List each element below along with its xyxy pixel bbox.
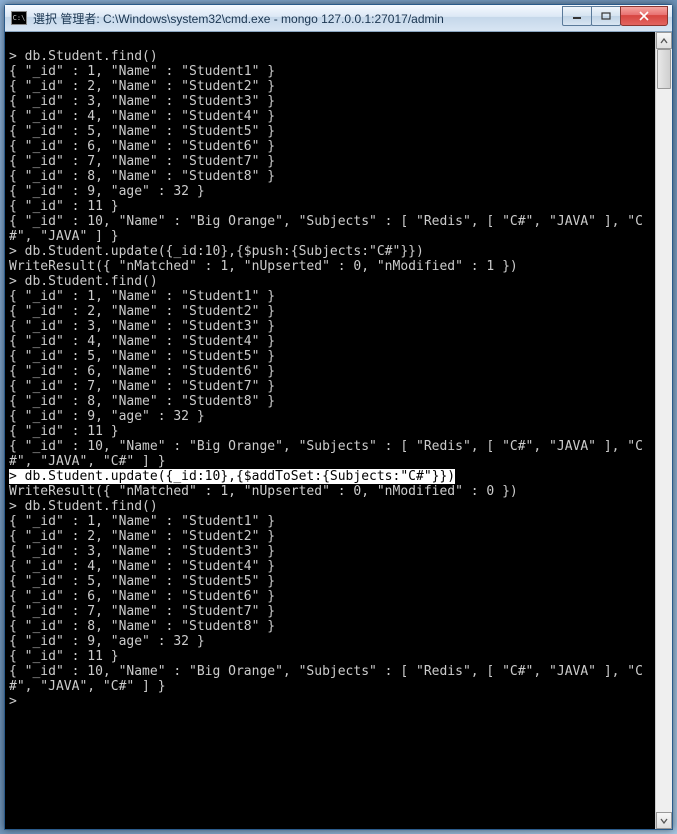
terminal-line: { "_id" : 3, "Name" : "Student3" } [9, 94, 275, 109]
terminal-line: { "_id" : 9, "age" : 32 } [9, 184, 205, 199]
terminal-line: { "_id" : 5, "Name" : "Student5" } [9, 349, 275, 364]
terminal-line: { "_id" : 4, "Name" : "Student4" } [9, 334, 275, 349]
close-button[interactable] [620, 6, 668, 26]
terminal-line: { "_id" : 8, "Name" : "Student8" } [9, 394, 275, 409]
terminal-line: { "_id" : 9, "age" : 32 } [9, 634, 205, 649]
terminal-line: { "_id" : 11 } [9, 424, 119, 439]
terminal-line: { "_id" : 5, "Name" : "Student5" } [9, 124, 275, 139]
terminal-line: { "_id" : 10, "Name" : "Big Orange", "Su… [9, 439, 643, 469]
terminal-line: { "_id" : 1, "Name" : "Student1" } [9, 514, 275, 529]
terminal-line: WriteResult({ "nMatched" : 1, "nUpserted… [9, 259, 518, 274]
terminal-area: > db.Student.find() { "_id" : 1, "Name" … [5, 32, 672, 829]
titlebar[interactable]: C:\ 選択 管理者: C:\Windows\system32\cmd.exe … [5, 5, 672, 32]
terminal-line: { "_id" : 11 } [9, 649, 119, 664]
terminal-line: { "_id" : 8, "Name" : "Student8" } [9, 169, 275, 184]
terminal-line: > db.Student.update({_id:10},{$addToSet:… [9, 469, 455, 484]
scroll-track[interactable] [656, 49, 672, 812]
terminal-line: > db.Student.update({_id:10},{$push:{Sub… [9, 244, 424, 259]
terminal-line: { "_id" : 10, "Name" : "Big Orange", "Su… [9, 664, 643, 694]
terminal-line: { "_id" : 2, "Name" : "Student2" } [9, 304, 275, 319]
terminal-line: WriteResult({ "nMatched" : 1, "nUpserted… [9, 484, 518, 499]
terminal-line: { "_id" : 1, "Name" : "Student1" } [9, 64, 275, 79]
terminal-line: { "_id" : 1, "Name" : "Student1" } [9, 289, 275, 304]
terminal-line: > [9, 694, 17, 709]
terminal-line: { "_id" : 6, "Name" : "Student6" } [9, 364, 275, 379]
cmd-icon: C:\ [11, 11, 27, 25]
terminal-line: { "_id" : 6, "Name" : "Student6" } [9, 589, 275, 604]
terminal-line: { "_id" : 6, "Name" : "Student6" } [9, 139, 275, 154]
terminal-line: { "_id" : 3, "Name" : "Student3" } [9, 544, 275, 559]
window-title: 選択 管理者: C:\Windows\system32\cmd.exe - mo… [33, 10, 563, 27]
minimize-button[interactable] [562, 6, 592, 26]
maximize-button[interactable] [591, 6, 621, 26]
terminal-line: { "_id" : 11 } [9, 199, 119, 214]
scrollbar[interactable] [655, 32, 672, 829]
scroll-down-button[interactable] [656, 812, 672, 829]
terminal-line: { "_id" : 5, "Name" : "Student5" } [9, 574, 275, 589]
terminal-line: > db.Student.find() [9, 49, 158, 64]
terminal-line: { "_id" : 4, "Name" : "Student4" } [9, 559, 275, 574]
terminal-line: { "_id" : 7, "Name" : "Student7" } [9, 379, 275, 394]
terminal-line: { "_id" : 10, "Name" : "Big Orange", "Su… [9, 214, 643, 244]
close-icon [638, 11, 650, 21]
chevron-up-icon [660, 38, 668, 44]
terminal-line: { "_id" : 9, "age" : 32 } [9, 409, 205, 424]
terminal-line: { "_id" : 8, "Name" : "Student8" } [9, 619, 275, 634]
minimize-icon [572, 12, 582, 20]
terminal-line: { "_id" : 7, "Name" : "Student7" } [9, 604, 275, 619]
terminal-line: > db.Student.find() [9, 499, 158, 514]
maximize-icon [601, 12, 611, 20]
terminal-line: { "_id" : 7, "Name" : "Student7" } [9, 154, 275, 169]
scroll-up-button[interactable] [656, 32, 672, 49]
terminal-output[interactable]: > db.Student.find() { "_id" : 1, "Name" … [5, 32, 655, 829]
terminal-line: { "_id" : 2, "Name" : "Student2" } [9, 529, 275, 544]
terminal-line: > db.Student.find() [9, 274, 158, 289]
cmd-window: C:\ 選択 管理者: C:\Windows\system32\cmd.exe … [4, 4, 673, 830]
window-controls [563, 6, 672, 26]
terminal-line: { "_id" : 3, "Name" : "Student3" } [9, 319, 275, 334]
chevron-down-icon [660, 818, 668, 824]
scroll-thumb[interactable] [657, 49, 671, 89]
terminal-line: { "_id" : 4, "Name" : "Student4" } [9, 109, 275, 124]
terminal-line: { "_id" : 2, "Name" : "Student2" } [9, 79, 275, 94]
